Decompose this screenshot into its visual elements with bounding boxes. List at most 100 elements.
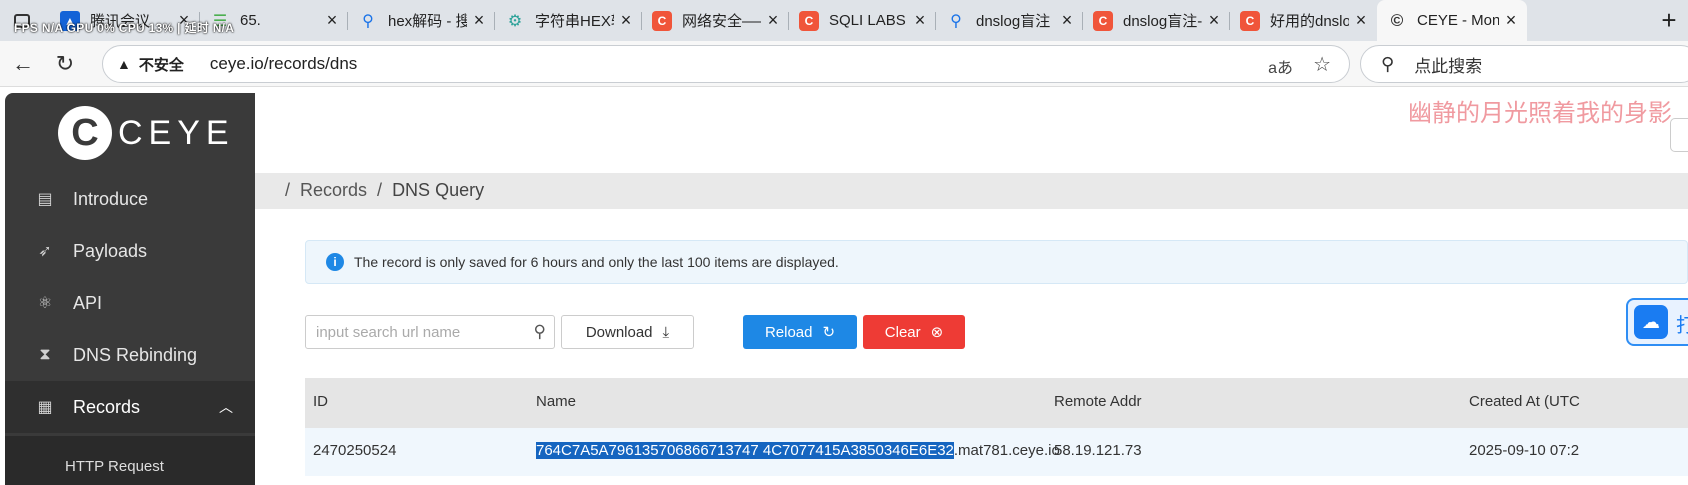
column-header-remote-addr: Remote Addr [1054, 393, 1142, 410]
browser-search-box[interactable]: ⚲ 点此搜索 [1360, 45, 1688, 83]
back-button[interactable]: ← [6, 47, 40, 81]
close-icon[interactable]: × [761, 10, 785, 31]
search-input[interactable] [314, 322, 514, 342]
sidebar-item-introduce[interactable]: ▤ Introduce [5, 173, 255, 225]
rocket-icon: ➶ [38, 243, 52, 260]
tab-7[interactable]: C dnslog盲注- × [1083, 0, 1230, 41]
close-icon[interactable]: × [467, 10, 491, 31]
search-icon: ⚲ [950, 12, 962, 30]
tab-title: CEYE - Moni [1417, 12, 1499, 29]
cell-remote-addr: 58.19.121.73 [1054, 442, 1142, 459]
tab-title: 字符串HEX转 [535, 13, 614, 30]
new-tab-button[interactable]: + [1650, 0, 1688, 41]
floating-widget[interactable]: ☁ 打 [1626, 298, 1688, 346]
read-aloud-icon[interactable]: aあ [1268, 54, 1293, 78]
breadcrumb-bar: / Records / DNS Query [255, 173, 1688, 209]
close-icon[interactable]: × [1055, 10, 1079, 31]
tab-active[interactable]: © CEYE - Moni × [1377, 0, 1527, 41]
performance-overlay: FPS N/A GPU 0% CPU 13% | 延时 N/A [14, 21, 235, 35]
ceye-logo[interactable]: C CEYE [58, 106, 235, 160]
address-bar[interactable]: ▲ 不安全 ceye.io/records/dns aあ ☆ [102, 45, 1350, 83]
breadcrumb-separator: / [285, 180, 291, 200]
sidebar-item-label: Payloads [73, 240, 148, 261]
tab-title: dnslog盲注 - [976, 13, 1055, 30]
list-icon: ▦ [37, 399, 53, 416]
records-submenu: HTTP Request [5, 436, 255, 485]
refresh-icon: ↻ [55, 51, 75, 76]
tab-3[interactable]: ⚙ 字符串HEX转 × [495, 0, 642, 41]
arrow-left-icon: ← [12, 51, 34, 76]
tab-5[interactable]: C SQLI LABS | ! × [789, 0, 936, 41]
sidebar-item-records[interactable]: ▦ Records ︿ [5, 381, 255, 433]
sidebar-item-label: DNS Rebinding [73, 344, 198, 365]
api-icon: ⚛ [37, 295, 53, 312]
url-text[interactable]: ceye.io/records/dns [210, 54, 357, 74]
close-icon[interactable]: × [1349, 10, 1373, 31]
cloud-icon: ☁ [1634, 305, 1668, 339]
ceye-logo-icon: C [58, 106, 112, 160]
clear-button[interactable]: Clear ⊗ [863, 315, 965, 349]
close-icon[interactable]: × [614, 10, 638, 31]
tab-title: SQLI LABS | ! [829, 12, 908, 29]
tab-4[interactable]: C 网络安全—— × [642, 0, 789, 41]
reload-label: Reload [764, 323, 813, 341]
sidebar-item-payloads[interactable]: ➶ Payloads [5, 225, 255, 277]
gear-icon: ⚙ [507, 12, 523, 30]
close-icon[interactable]: × [908, 10, 932, 31]
table-row[interactable]: 2470250524 764C7A5A796135706866713747 4C… [305, 428, 1688, 476]
insecure-label: 不安全 [138, 56, 184, 74]
csdn-icon: C [1240, 10, 1260, 31]
column-header-id: ID [313, 393, 328, 410]
tab-title: dnslog盲注- [1123, 13, 1202, 30]
header-control[interactable] [1670, 118, 1688, 152]
refresh-icon: ↻ [822, 324, 836, 341]
close-icon[interactable]: × [1202, 10, 1226, 31]
browser-toolbar: ← ↻ ▲ 不安全 ceye.io/records/dns aあ ☆ ⚲ 点此搜… [0, 41, 1688, 87]
floating-widget-label: 打 [1676, 315, 1688, 337]
table-header: ID Name Remote Addr Created At (UTC [305, 378, 1688, 428]
csdn-icon: C [1093, 10, 1113, 31]
close-icon[interactable]: × [320, 10, 344, 31]
clear-label: Clear [884, 323, 921, 341]
sidebar-item-label: API [73, 292, 103, 313]
hourglass-icon: ⧗ [39, 346, 51, 363]
download-icon: ⤓ [662, 323, 670, 341]
tab-title: 65. [240, 12, 261, 29]
warning-icon: ▲ [117, 56, 131, 72]
cell-created-at: 2025-09-10 07:2 [1469, 442, 1580, 459]
tab-title: 好用的dnslo [1270, 13, 1349, 30]
cell-name[interactable]: 764C7A5A796135706866713747 4C7077415A385… [536, 442, 1060, 459]
sidebar-item-dns-rebinding[interactable]: ⧗ DNS Rebinding [5, 329, 255, 381]
csdn-icon: C [799, 10, 819, 31]
sidebar-subitem-http-request[interactable]: HTTP Request [65, 458, 164, 475]
watermark-text: 幽静的月光照着我的身影 [1408, 99, 1672, 127]
tab-8[interactable]: C 好用的dnslo × [1230, 0, 1377, 41]
tab-title: hex解码 - 搜 [388, 13, 467, 30]
sidebar-item-api[interactable]: ⚛ API [5, 277, 255, 329]
csdn-icon: C [652, 10, 672, 31]
search-icon[interactable]: ⚲ [534, 322, 546, 342]
breadcrumb-records[interactable]: Records [300, 180, 367, 201]
sidebar: C CEYE ▤ Introduce ➶ Payloads ⚛ API ⧗ DN… [5, 93, 255, 485]
tab-2[interactable]: ⚲ hex解码 - 搜 × [348, 0, 495, 41]
reload-page-button[interactable]: ↻ [48, 47, 82, 81]
ceye-icon: © [1390, 10, 1404, 30]
info-notice: i The record is only saved for 6 hours a… [305, 240, 1688, 284]
tab-title: 网络安全—— [682, 13, 761, 30]
download-button[interactable]: Download ⤓ [561, 315, 694, 349]
tab-6[interactable]: ⚲ dnslog盲注 - × [936, 0, 1083, 41]
star-icon[interactable]: ☆ [1313, 52, 1331, 77]
reload-button[interactable]: Reload ↻ [743, 315, 857, 349]
breadcrumb: / Records / DNS Query [285, 180, 494, 201]
download-label: Download [585, 323, 653, 341]
breadcrumb-dns-query: DNS Query [392, 180, 485, 200]
notice-text: The record is only saved for 6 hours and… [354, 254, 839, 270]
browser-tab-strip: ▲ 腾讯会议 × ☰ 65. × ⚲ hex解码 - 搜 × ⚙ 字符串HEX转… [0, 0, 1688, 41]
column-header-created-at: Created At (UTC [1469, 393, 1580, 410]
breadcrumb-separator: / [377, 180, 383, 200]
sidebar-item-label: Records [73, 396, 141, 417]
column-header-name: Name [536, 393, 577, 410]
brand-name: CEYE [118, 113, 235, 152]
close-icon[interactable]: × [1499, 10, 1523, 31]
chevron-up-icon: ︿ [219, 399, 233, 415]
